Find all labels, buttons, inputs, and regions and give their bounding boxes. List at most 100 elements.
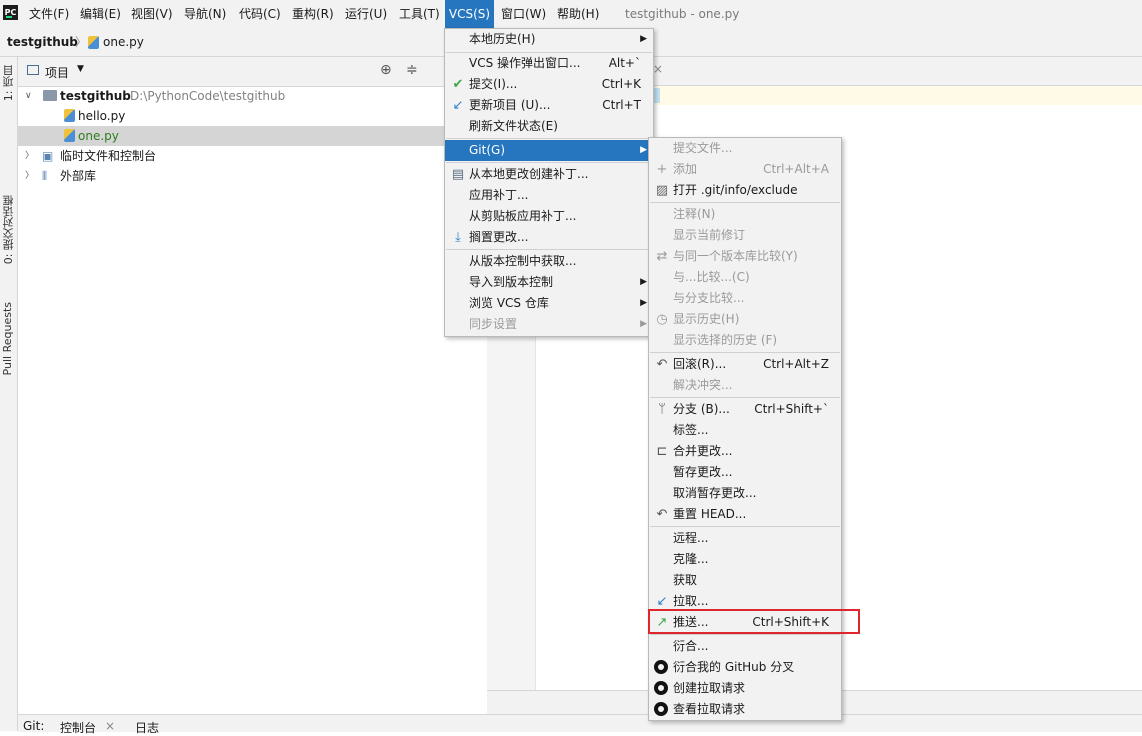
menu-tools[interactable]: 工具(T) [399, 0, 440, 29]
menu-separator [650, 352, 840, 353]
menu-item-commit-file[interactable]: 提交文件... [649, 138, 841, 159]
menu-navigate[interactable]: 导航(N) [184, 0, 226, 29]
menu-item-local-history[interactable]: 本地历史(H) ▶ [445, 29, 653, 50]
menu-item-vcs-popup[interactable]: VCS 操作弹出窗口... Alt+` [445, 53, 653, 74]
chevron-down-icon[interactable]: ▼ [77, 64, 84, 74]
menu-separator [650, 397, 840, 398]
menu-item-open-git-exclude[interactable]: ▨ 打开 .git/info/exclude [649, 180, 841, 201]
tab-project[interactable]: 1: 项目 [1, 65, 17, 101]
tree-item-project-root[interactable]: ∨ testgithub D:\PythonCode\testgithub [18, 86, 486, 106]
menu-item-update-project[interactable]: ↙ 更新项目 (U)... Ctrl+T [445, 95, 653, 116]
tree-item-external-libraries[interactable]: 〉 ⫴ 外部库 [18, 166, 486, 186]
tab-pull-requests[interactable]: Pull Requests [1, 302, 14, 375]
menu-item-annotate[interactable]: 注释(N) [649, 204, 841, 225]
menu-item-reset-head[interactable]: ↶ 重置 HEAD... [649, 504, 841, 525]
tab-log[interactable]: 日志 [135, 719, 159, 736]
menu-separator [650, 202, 840, 203]
bottom-tool-bar: Git: 控制台 × 日志 [18, 714, 1142, 735]
menu-code[interactable]: 代码(C) [239, 0, 281, 29]
menu-item-import-into-vcs[interactable]: 导入到版本控制 ▶ [445, 272, 653, 293]
menu-item-create-pull-request[interactable]: 创建拉取请求 [649, 678, 841, 699]
github-icon [654, 660, 668, 674]
menu-refactor[interactable]: 重构(R) [292, 0, 334, 29]
locate-icon[interactable]: ⊕ [380, 62, 392, 78]
menu-window[interactable]: 窗口(W) [501, 0, 546, 29]
menu-item-view-pull-requests[interactable]: 查看拉取请求 [649, 699, 841, 720]
menu-item-show-current-revision[interactable]: 显示当前修订 [649, 225, 841, 246]
menu-item-sync-settings[interactable]: 同步设置 ▶ [445, 314, 653, 335]
menu-run[interactable]: 运行(U) [345, 0, 387, 29]
chevron-down-icon[interactable]: ∨ [25, 86, 32, 106]
rollback-icon: ↶ [656, 357, 668, 372]
menu-item-get-from-vcs[interactable]: 从版本控制中获取... [445, 251, 653, 272]
clock-icon: ◷ [656, 312, 668, 327]
menu-separator [650, 526, 840, 527]
menu-item-git[interactable]: Git(G) ▶ [445, 140, 653, 161]
project-panel-title[interactable]: 项目 [45, 64, 69, 81]
tree-item-one-py[interactable]: one.py [18, 126, 486, 146]
menu-item-compare-with[interactable]: 与...比较...(C) [649, 267, 841, 288]
menu-item-refresh-status[interactable]: 刷新文件状态(E) [445, 116, 653, 137]
menu-vcs[interactable]: VCS(S) [445, 0, 494, 29]
menu-item-rebase[interactable]: 衍合... [649, 636, 841, 657]
menu-item-compare-branch[interactable]: 与分支比较... [649, 288, 841, 309]
github-icon [654, 681, 668, 695]
menu-item-apply-patch[interactable]: 应用补丁... [445, 185, 653, 206]
menu-item-clone[interactable]: 克隆... [649, 549, 841, 570]
menu-item-merge-changes[interactable]: ⊏ 合并更改... [649, 441, 841, 462]
menu-item-rebase-github-fork[interactable]: 衍合我的 GitHub 分叉 [649, 657, 841, 678]
patch-icon: ▤ [451, 167, 465, 182]
vcs-menu: 本地历史(H) ▶ VCS 操作弹出窗口... Alt+` ✔ 提交(I)... Ctr… [444, 28, 654, 337]
library-icon: ⫴ [42, 169, 48, 183]
menu-item-compare-same-repo[interactable]: ⇄ 与同一个版本库比较(Y) [649, 246, 841, 267]
tab-commit-dialog[interactable]: 0: 提交对话框 [1, 195, 17, 264]
menu-item-fetch[interactable]: 获取 [649, 570, 841, 591]
menu-item-stash-changes[interactable]: 暂存更改... [649, 462, 841, 483]
menu-file[interactable]: 文件(F) [29, 0, 69, 29]
chevron-right-icon[interactable]: 〉 [25, 166, 34, 186]
tree-item-path: D:\PythonCode\testgithub [130, 89, 286, 103]
menu-item-create-patch[interactable]: ▤ 从本地更改创建补丁... [445, 164, 653, 185]
python-file-icon [88, 36, 99, 49]
merge-icon: ⊏ [656, 444, 668, 459]
menu-separator [650, 634, 840, 635]
tree-item-label: hello.py [78, 109, 126, 123]
menu-item-browse-vcs-repo[interactable]: 浏览 VCS 仓库 ▶ [445, 293, 653, 314]
tree-item-label: 临时文件和控制台 [60, 149, 157, 163]
menu-item-add[interactable]: + 添加 Ctrl+Alt+A [649, 159, 841, 180]
breadcrumb-project[interactable]: testgithub [7, 29, 78, 56]
menu-item-unstash-changes[interactable]: 取消暂存更改... [649, 483, 841, 504]
menu-item-shelve-changes[interactable]: ⤓ 搁置更改... [445, 227, 653, 248]
menu-view[interactable]: 视图(V) [131, 0, 173, 29]
menu-item-apply-patch-clipboard[interactable]: 从剪贴板应用补丁... [445, 206, 653, 227]
python-file-icon [64, 129, 75, 142]
tree-item-hello-py[interactable]: hello.py [18, 106, 486, 126]
shelve-icon: ⤓ [455, 230, 461, 245]
menu-item-tag[interactable]: 标签... [649, 420, 841, 441]
menu-item-commit[interactable]: ✔ 提交(I)... Ctrl+K [445, 74, 653, 95]
menu-item-branches[interactable]: ᛘ 分支 (B)... Ctrl+Shift+` [649, 399, 841, 420]
menu-item-rollback[interactable]: ↶ 回滚(R)... Ctrl+Alt+Z [649, 354, 841, 375]
close-icon[interactable]: × [653, 62, 663, 76]
project-view-icon [27, 65, 39, 75]
menu-item-show-selection-history[interactable]: 显示选择的历史 (F) [649, 330, 841, 351]
menu-help[interactable]: 帮助(H) [557, 0, 599, 29]
submenu-arrow-icon: ▶ [640, 277, 647, 287]
github-icon [654, 702, 668, 716]
breadcrumb-file[interactable]: one.py [103, 29, 144, 56]
submenu-arrow-icon: ▶ [640, 145, 647, 155]
tab-console[interactable]: 控制台 [60, 719, 96, 736]
submenu-arrow-icon: ▶ [640, 298, 647, 308]
chevron-right-icon[interactable]: 〉 [25, 146, 34, 166]
menu-item-remotes[interactable]: 远程... [649, 528, 841, 549]
scratches-icon: ▣ [42, 149, 54, 163]
pycharm-logo-icon: PC [3, 5, 18, 20]
menu-item-show-history[interactable]: ◷ 显示历史(H) [649, 309, 841, 330]
folder-icon [43, 90, 57, 101]
collapse-all-icon[interactable]: ≑ [406, 62, 418, 78]
menu-edit[interactable]: 编辑(E) [80, 0, 121, 29]
tree-item-scratches[interactable]: 〉 ▣ 临时文件和控制台 [18, 146, 486, 166]
menu-item-resolve-conflicts[interactable]: 解决冲突... [649, 375, 841, 396]
menu-separator [446, 138, 652, 139]
compare-icon: ⇄ [656, 249, 668, 264]
